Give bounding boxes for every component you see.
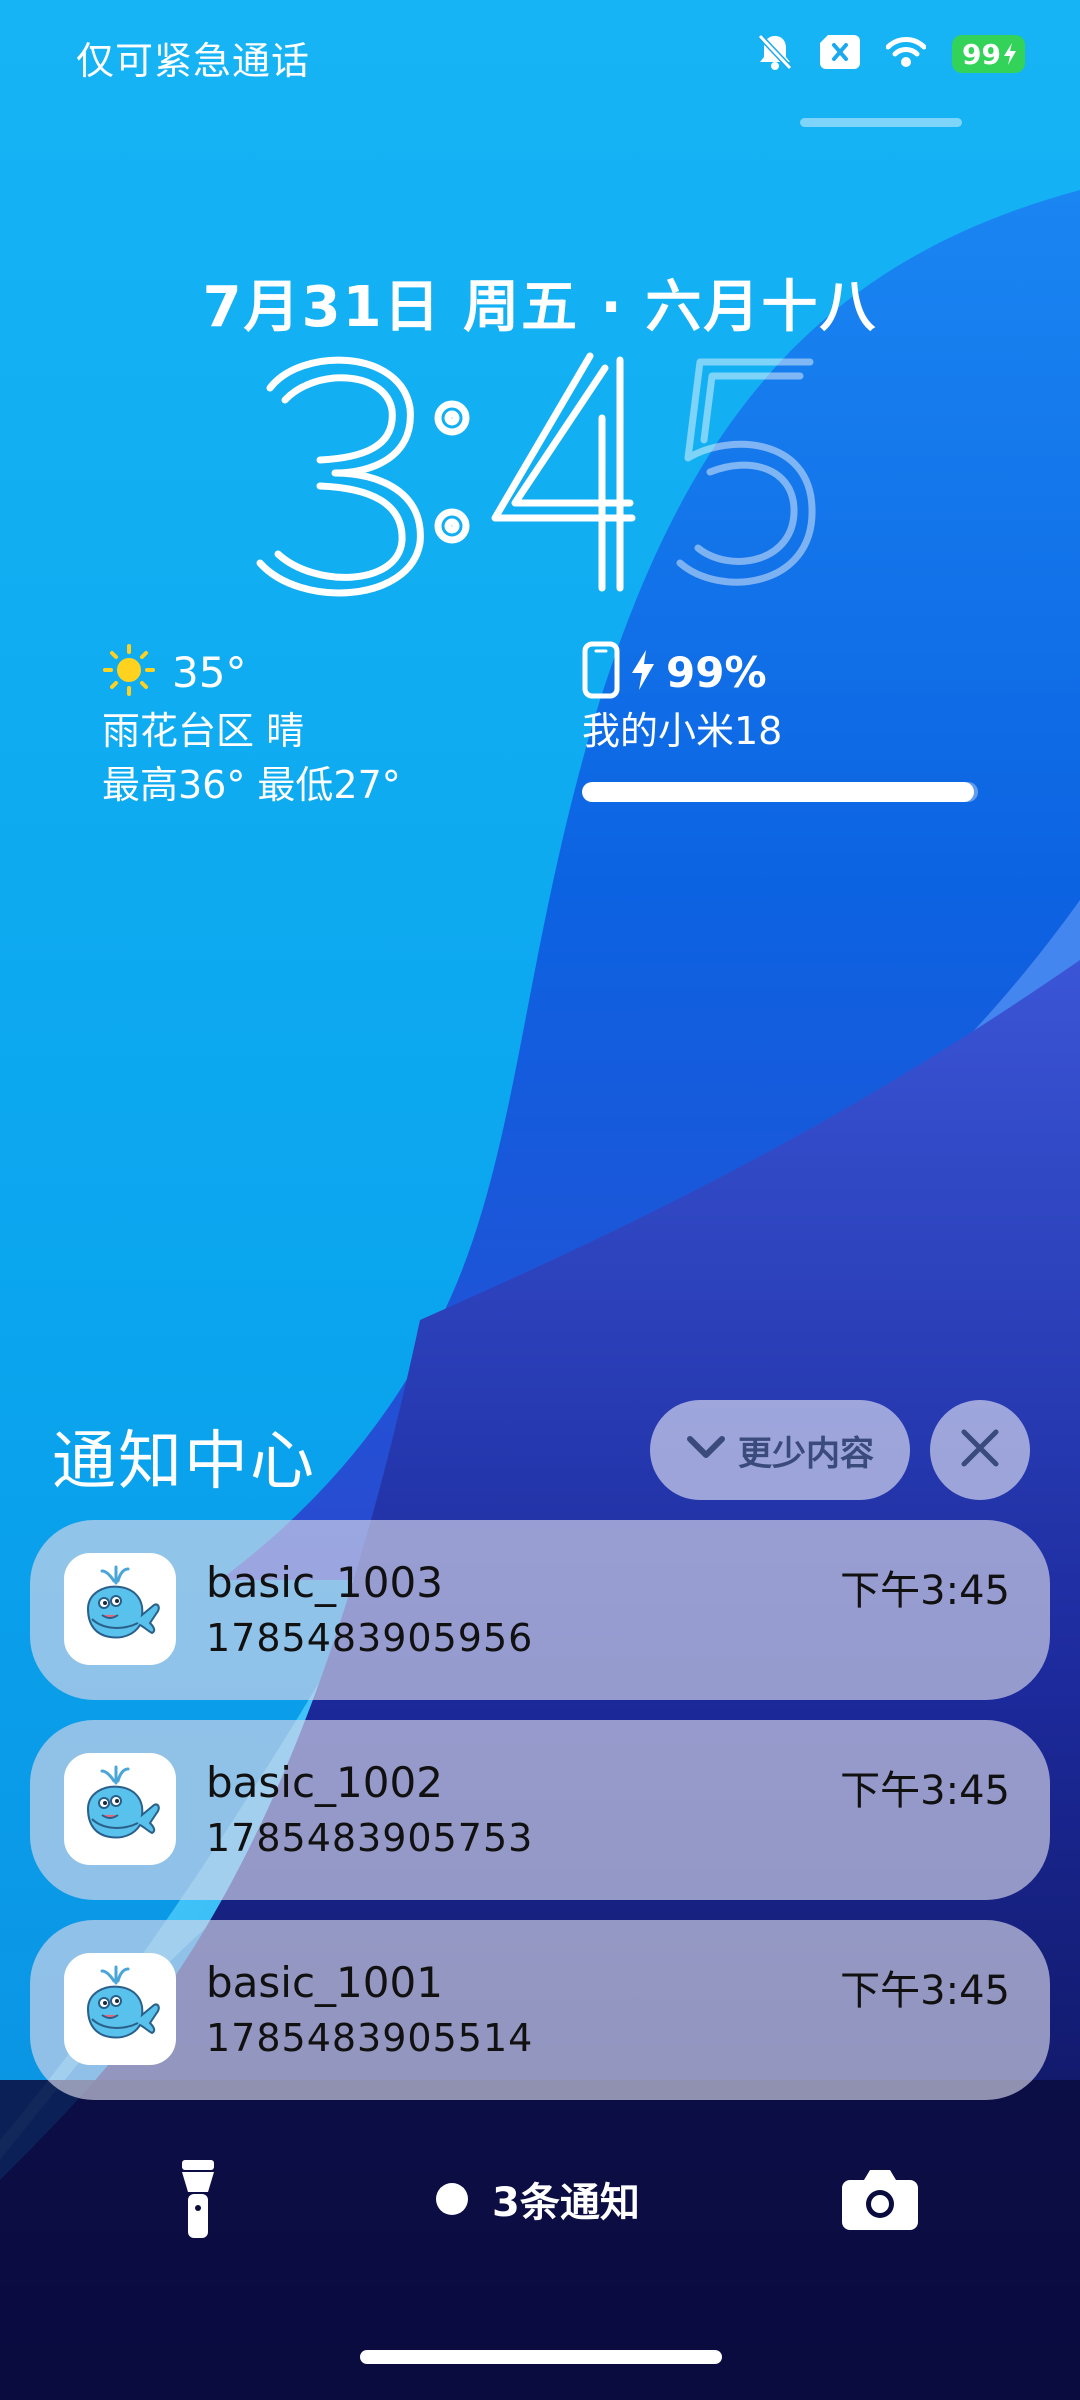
clear-notifications-button[interactable] [930,1400,1030,1500]
battery-level-bar [582,782,978,802]
whale-icon [78,1765,162,1853]
weather-location-condition: 雨花台区 晴 [102,709,305,753]
chevron-down-icon [686,1430,726,1470]
home-indicator[interactable] [360,2350,722,2364]
whale-icon [78,1965,162,2053]
notification-count[interactable]: 3条通知 [436,2170,640,2228]
show-less-button[interactable]: 更少内容 [650,1400,910,1500]
device-name: 我的小米18 [582,709,783,753]
weather-high-low: 最高36° 最低27° [102,763,401,807]
notification-count-label: 3条通知 [492,2180,640,2226]
clock-display [256,352,816,597]
app-icon [64,1953,176,2065]
wifi-icon [885,36,927,72]
date-text: 7月31日 周五 · 六月十八 [202,275,878,340]
notification-body: 1785483905514 [206,2016,534,2060]
status-icons: 99 [756,28,1025,80]
notification-card[interactable]: basic_1003 1785483905956 下午3:45 [30,1520,1050,1700]
mute-bell-icon [756,32,794,76]
notification-center-title: 通知中心 [52,1425,316,1499]
battery-percent: 99 [962,37,1001,71]
weather-temperature: 35° [172,647,247,697]
weather-widget[interactable]: 35° 雨花台区 晴 最高36° 最低27° [102,640,442,812]
app-icon [64,1753,176,1865]
notification-time: 下午3:45 [840,1968,1010,2014]
phone-outline-icon [582,641,620,703]
notification-dot-icon [436,2183,468,2215]
battery-level-fill [582,782,975,802]
notification-time: 下午3:45 [840,1568,1010,1614]
close-icon [960,1428,1000,1472]
notification-title: basic_1002 [206,1758,443,1807]
notification-title: basic_1001 [206,1958,443,2007]
notification-card[interactable]: basic_1001 1785483905514 下午3:45 [30,1920,1050,2100]
notification-body: 1785483905753 [206,1816,534,1860]
show-less-label: 更少内容 [738,1433,874,1474]
charging-bolt-icon [630,650,656,694]
notification-card[interactable]: basic_1002 1785483905753 下午3:45 [30,1720,1050,1900]
sun-icon [102,643,156,701]
device-battery-percent: 99% [666,647,767,697]
emergency-calls-only-text: 仅可紧急通话 [76,39,311,83]
notification-body: 1785483905956 [206,1616,534,1660]
notification-title: basic_1003 [206,1558,443,1607]
app-icon [64,1553,176,1665]
sim-off-icon [820,35,860,73]
camera-icon[interactable] [842,2168,918,2230]
battery-charging-icon: 99 [952,35,1025,73]
whale-icon [78,1565,162,1653]
flashlight-icon[interactable] [176,2158,220,2240]
device-battery-widget[interactable]: 99% 我的小米18 [582,640,982,802]
notification-time: 下午3:45 [840,1768,1010,1814]
control-center-handle[interactable] [800,118,962,127]
